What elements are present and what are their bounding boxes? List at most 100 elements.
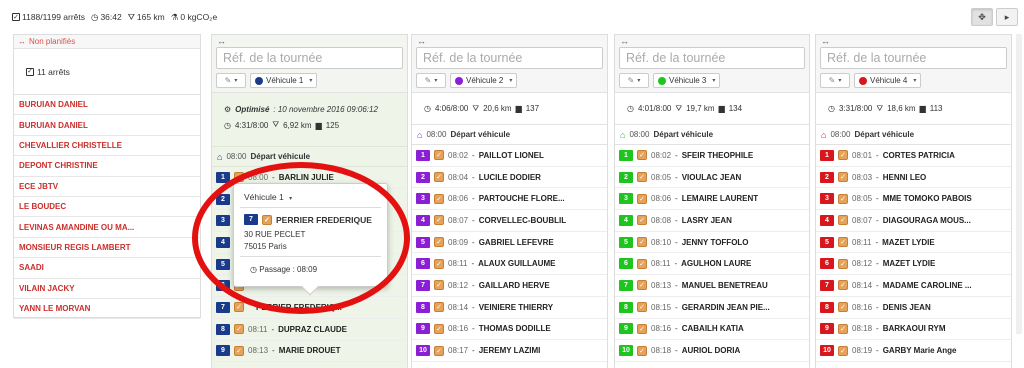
unplanned-item[interactable]: LEVINAS AMANDINE OU MA... [14,217,200,238]
checkbox-icon[interactable]: ✓ [434,150,444,161]
checkbox-icon[interactable]: ✓ [434,302,444,313]
popover-vehicle-select[interactable]: Véhicule 1 ▾ [244,192,292,202]
checkbox-icon[interactable]: ✓ [637,302,647,313]
vehicle-select[interactable]: Véhicule 4 ▾ [854,73,922,88]
checkbox-icon[interactable]: ✓ [434,345,444,356]
stop-row[interactable]: 6 ✓ 08:11- ALAUX GUILLAUME [412,253,607,276]
route-ref-input[interactable]: Réf. de la tournée [619,47,805,69]
fullscreen-button[interactable]: ✥ [971,8,993,26]
checkbox-icon[interactable]: ✓ [637,193,647,204]
drag-icon[interactable]: ↔ [821,36,830,46]
checkbox-icon[interactable]: ✓ [838,237,848,248]
stop-row[interactable]: 6 ✓ 08:12- MAZET LYDIE [816,253,1011,276]
unplanned-item[interactable]: BURUIAN DANIEL [14,115,200,136]
next-button[interactable]: ▸ [996,8,1018,26]
checkbox-icon[interactable]: ✓ [434,237,444,248]
stop-row[interactable]: 2 ✓ 08:03- HENNI LEO [816,167,1011,189]
route-ref-input[interactable]: Réf. de la tournée [216,47,403,69]
edit-button[interactable]: ✎ ▾ [416,73,446,88]
stop-row[interactable]: 8 ✓ 08:14- VEINIERE THIERRY [412,297,607,319]
unplanned-item[interactable]: BURUIAN DANIEL [14,95,200,116]
checkbox-icon[interactable]: ✓ [637,237,647,248]
checkbox-icon[interactable]: ✓ [838,302,848,313]
stop-row[interactable]: 3 ✓ 08:05- MME TOMOKO PABOIS [816,188,1011,211]
scrollbar[interactable] [1016,34,1022,334]
edit-button[interactable]: ✎ ▾ [619,73,649,88]
stop-row[interactable]: 7 ✓ 08:13- MANUEL BENETREAU [615,275,809,297]
route-ref-input[interactable]: Réf. de la tournée [416,47,603,69]
drag-icon[interactable]: ↔ [217,36,226,46]
stop-row[interactable]: 2 ✓ 08:04- LUCILE DODIER [412,167,607,189]
checkbox-icon[interactable]: ✓ [434,323,444,334]
stop-row[interactable]: 2 ✓ 08:05- VIOULAC JEAN [615,167,809,189]
stop-row[interactable]: 8 ✓ 08:15- GERARDIN JEAN PIE... [615,297,809,319]
edit-button[interactable]: ✎ ▾ [216,73,246,88]
checkbox-icon[interactable]: ✓ [434,258,444,269]
stop-row[interactable]: 7 ✓ 08:14- MADAME CAROLINE ... [816,275,1011,297]
checkbox-icon[interactable]: ✓ [234,345,244,356]
stop-row[interactable]: 5 ✓ 08:11- MAZET LYDIE [816,232,1011,254]
unplanned-item[interactable]: CHEVALLIER CHRISTELLE [14,136,200,157]
stop-row[interactable]: 9 ✓ 08:13- MARIE DROUET [212,341,407,363]
checkbox-icon[interactable]: ✓ [838,323,848,334]
drag-icon[interactable]: ↔ [620,36,629,46]
vehicle-select[interactable]: Véhicule 3 ▾ [653,73,721,88]
stop-row[interactable]: 10 ✓ 08:18- AURIOL DORIA [615,340,809,362]
checkbox-icon[interactable]: ✓ [637,323,647,334]
checkbox-icon[interactable]: ✓ [838,193,848,204]
checkbox-icon[interactable]: ✓ [838,215,848,226]
stop-row[interactable]: 9 ✓ 08:16- THOMAS DODILLE [412,319,607,341]
checkbox-icon[interactable]: ✓ [234,324,244,335]
checkbox-icon[interactable]: ✓ [838,172,848,183]
checkbox-icon[interactable]: ✓ [234,172,244,183]
stop-row[interactable]: 8 ✓ 08:16- DENIS JEAN [816,297,1011,319]
unplanned-item[interactable]: YANN LE MORVAN [14,299,200,320]
stop-row[interactable]: 10 ✓ 08:19- GARBY Marie Ange [816,340,1011,362]
stop-row[interactable]: 5 ✓ 08:09- GABRIEL LEFEVRE [412,232,607,254]
checkbox-icon[interactable]: ✓ [637,345,647,356]
unplanned-header[interactable]: ↔ Non planifiés [14,35,200,49]
stop-row[interactable]: 1 ✓ 08:02- PAILLOT LIONEL [412,145,607,167]
checkbox-icon[interactable]: ✓ [637,172,647,183]
checkbox-icon[interactable]: ✓ [262,214,272,225]
edit-button[interactable]: ✎ ▾ [820,73,850,88]
checkbox-icon[interactable]: ✓ [434,215,444,226]
unplanned-item[interactable]: ECE JBTV [14,177,200,197]
stop-row[interactable]: 5 ✓ 08:10- JENNY TOFFOLO [615,232,809,254]
vehicle-select[interactable]: Véhicule 1 ▾ [250,73,318,88]
checkbox-icon[interactable]: ✓ [26,67,34,76]
stop-row[interactable]: 1 ✓ 08:01- CORTES PATRICIA [816,145,1011,167]
stop-row[interactable]: 8 ✓ 08:11- DUPRAZ CLAUDE [212,319,407,341]
checkbox-icon[interactable]: ✓ [838,345,848,356]
stop-row[interactable]: 10 ✓ 08:17- JEREMY LAZIMI [412,340,607,362]
unplanned-item[interactable]: MONSIEUR REGIS LAMBERT [14,238,200,259]
stop-row[interactable]: 1 ✓ 08:02- SFEIR THEOPHILE [615,145,809,167]
checkbox-icon[interactable]: ✓ [434,172,444,183]
unplanned-item[interactable]: DEPONT CHRISTINE [14,156,200,177]
stop-row[interactable]: 7 ✓ 08:12- GAILLARD HERVE [412,275,607,297]
stop-row[interactable]: 9 ✓ 08:18- BARKAOUI RYM [816,319,1011,341]
checkbox-icon[interactable]: ✓ [637,280,647,291]
vehicle-select[interactable]: Véhicule 2 ▾ [450,73,518,88]
stop-row[interactable]: 4 ✓ 08:07- DIAGOURAGA MOUS... [816,210,1011,232]
checkbox-icon[interactable]: ✓ [838,150,848,161]
checkbox-icon[interactable]: ✓ [838,258,848,269]
stop-row[interactable]: 4 ✓ 08:08- LASRY JEAN [615,210,809,232]
unplanned-item[interactable]: VILAIN JACKY [14,279,200,299]
route-ref-input[interactable]: Réf. de la tournée [820,47,1007,69]
checkbox-icon[interactable]: ✓ [434,193,444,204]
stop-row[interactable]: 6 ✓ 08:11- AGULHON LAURE [615,253,809,276]
checkbox-icon[interactable]: ✓ [234,302,244,313]
checkbox-icon[interactable]: ✓ [637,258,647,269]
stop-row[interactable]: 4 ✓ 08:07- CORVELLEC-BOUBLIL [412,210,607,232]
checkbox-icon[interactable]: ✓ [637,150,647,161]
stop-row[interactable]: 7 ✓ PERRIER FREDERIQ... [212,297,407,319]
checkbox-icon[interactable]: ✓ [838,280,848,291]
stop-row[interactable]: 3 ✓ 08:06- LEMAIRE LAURENT [615,188,809,211]
drag-icon[interactable]: ↔ [417,36,426,46]
checkbox-icon[interactable]: ✓ [637,215,647,226]
unplanned-item[interactable]: SAADI [14,258,200,279]
stop-row[interactable]: 3 ✓ 08:06- PARTOUCHE FLORE... [412,188,607,211]
checkbox-icon[interactable]: ✓ [434,280,444,291]
stop-row[interactable]: 9 ✓ 08:16- CABAILH KATIA [615,319,809,341]
